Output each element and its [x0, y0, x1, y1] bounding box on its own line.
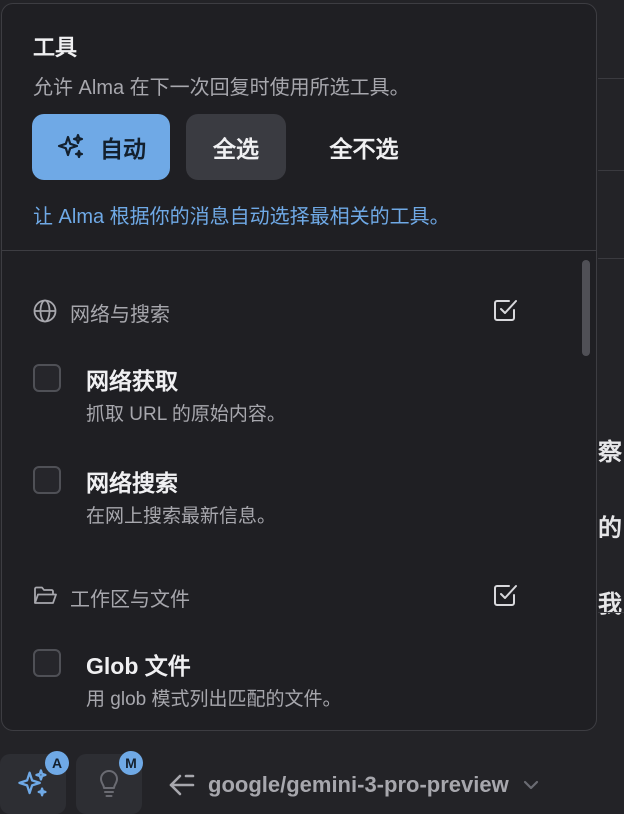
bg-divider [598, 170, 624, 171]
section-workspace-files: 工作区与文件 [32, 581, 522, 611]
select-all-label: 全选 [213, 136, 259, 162]
item-title: Glob 文件 [86, 653, 191, 679]
item-title: 网络搜索 [86, 470, 178, 496]
thinking-badge: M [119, 751, 143, 775]
sparkles-icon [18, 769, 47, 797]
tools-popover: 工具 允许 Alma 在下一次回复时使用所选工具。 自动 全选 全不选 让 Al… [1, 3, 597, 731]
bg-text-fragment: 察 [598, 439, 622, 466]
item-checkbox[interactable] [33, 364, 61, 392]
item-description: 用 glob 模式列出匹配的文件。 [86, 689, 342, 710]
bg-text-fragment: 我 [598, 591, 622, 618]
folder-open-icon [34, 586, 57, 604]
lightbulb-icon [100, 770, 118, 797]
popover-title: 工具 [33, 35, 78, 60]
tools-list: 网络与搜索 网络获取 抓取 URL 的原始内容。 网络搜索 在网上搜索最新信息。… [2, 251, 596, 730]
bg-text-fragment: 的 [598, 515, 622, 542]
model-selector[interactable]: google/gemini-3-pro-preview [166, 770, 543, 800]
popover-subtitle: 允许 Alma 在下一次回复时使用所选工具。 [33, 77, 410, 99]
auto-badge: A [45, 751, 69, 775]
select-none-button[interactable]: 全不选 [302, 114, 426, 180]
sparkles-icon [57, 133, 84, 159]
select-none-label: 全不选 [329, 136, 399, 162]
bg-divider [598, 78, 624, 79]
list-item-glob-files[interactable]: Glob 文件 用 glob 模式列出匹配的文件。 [32, 649, 552, 713]
list-item-web-fetch[interactable]: 网络获取 抓取 URL 的原始内容。 [32, 364, 552, 428]
item-description: 抓取 URL 的原始内容。 [86, 404, 286, 425]
item-description: 在网上搜索最新信息。 [86, 506, 277, 527]
item-title: 网络获取 [86, 368, 178, 394]
section-label: 工作区与文件 [70, 589, 190, 611]
scrollbar-thumb[interactable] [582, 260, 590, 356]
section-select-all-checkbox[interactable] [490, 580, 520, 610]
item-checkbox[interactable] [33, 466, 61, 494]
popover-header: 工具 允许 Alma 在下一次回复时使用所选工具。 自动 全选 全不选 让 Al… [2, 4, 596, 250]
composer-toolbar: A M google/gemini-3-pro-preview [0, 746, 624, 814]
list-item-web-search[interactable]: 网络搜索 在网上搜索最新信息。 [32, 466, 552, 530]
chevron-down-icon [523, 780, 538, 790]
item-checkbox[interactable] [33, 649, 61, 677]
select-all-button[interactable]: 全选 [186, 114, 286, 180]
section-label: 网络与搜索 [70, 304, 170, 326]
model-name: google/gemini-3-pro-preview [208, 772, 509, 797]
section-select-all-checkbox[interactable] [490, 295, 520, 325]
auto-button[interactable]: 自动 [32, 114, 170, 180]
auto-hint: 让 Alma 根据你的消息自动选择最相关的工具。 [33, 206, 450, 228]
bg-divider [598, 612, 624, 613]
model-provider-icon [169, 774, 195, 796]
auto-button-label: 自动 [100, 136, 146, 162]
bg-divider [598, 258, 624, 259]
globe-icon [33, 299, 57, 323]
section-web-search: 网络与搜索 [32, 296, 522, 326]
